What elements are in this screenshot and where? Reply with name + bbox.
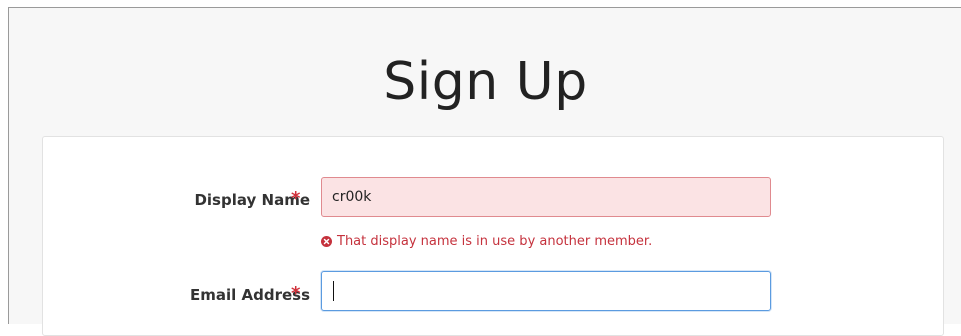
page-frame: Sign Up Display Name * That display name… — [8, 7, 961, 336]
signup-form: Display Name * That display name is in u… — [42, 136, 944, 336]
email-address-input[interactable] — [321, 271, 771, 311]
display-name-error: That display name is in use by another m… — [321, 234, 652, 249]
email-address-required-marker: * — [291, 283, 301, 304]
display-name-input[interactable] — [321, 177, 771, 217]
page-title: Sign Up — [383, 52, 588, 112]
display-name-error-text: That display name is in use by another m… — [337, 234, 653, 249]
error-circle-x-icon — [321, 236, 332, 247]
text-cursor — [333, 281, 334, 301]
display-name-required-marker: * — [291, 188, 301, 209]
